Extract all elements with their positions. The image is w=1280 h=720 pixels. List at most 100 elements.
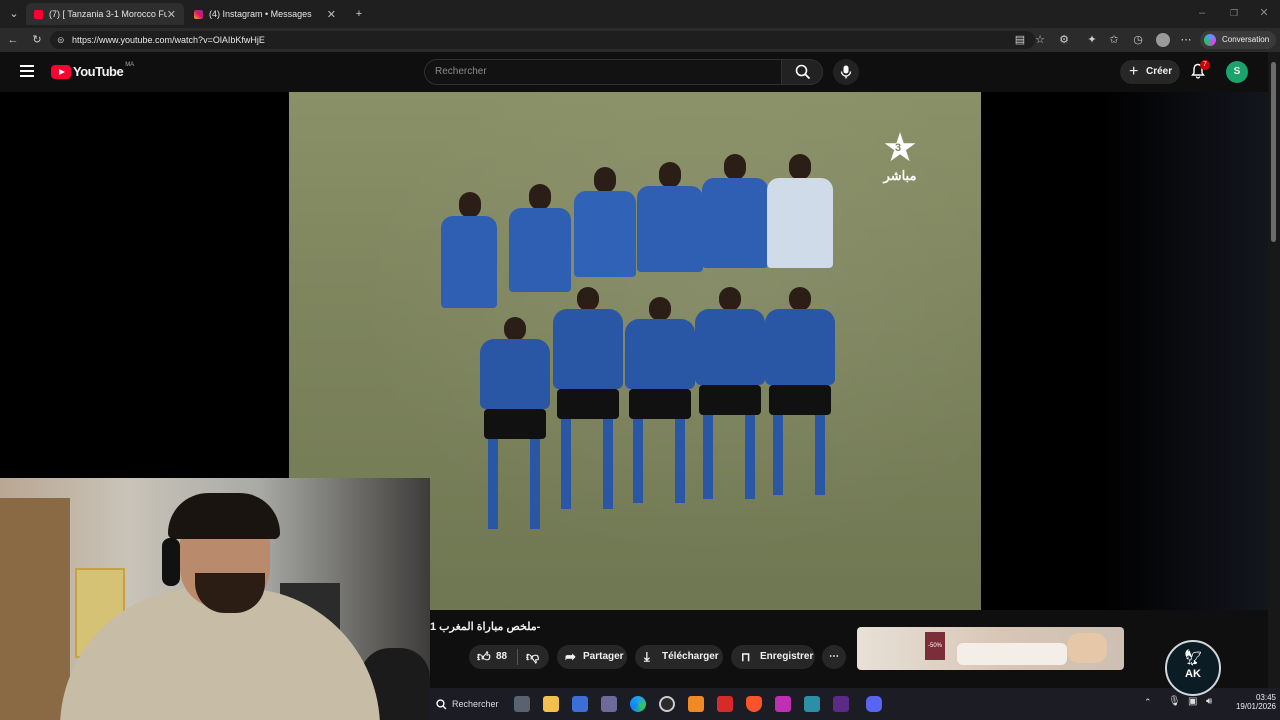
download-label: Télécharger: [662, 651, 719, 662]
notifications-button[interactable]: 7: [1190, 60, 1210, 81]
more-actions-button[interactable]: ⋯: [822, 645, 846, 669]
app-teal-icon[interactable]: [804, 696, 820, 712]
edge-icon[interactable]: [630, 696, 646, 712]
account-avatar[interactable]: S: [1226, 61, 1248, 83]
youtube-header: YouTube MA Rechercher + Créer 7 S: [0, 52, 1280, 92]
next-app-icon[interactable]: [833, 696, 849, 712]
youtube-logo-text: YouTube: [73, 64, 124, 79]
like-dislike-group: 👍︎ 88 👎︎: [469, 645, 549, 669]
like-count: 88: [496, 651, 508, 662]
discord-icon[interactable]: [866, 696, 882, 712]
region-code: MA: [125, 61, 135, 68]
streamer-logo-text: AK: [1185, 668, 1201, 680]
video-right-gradient: [1100, 92, 1268, 610]
tab-list-icon[interactable]: ⌄: [8, 8, 20, 20]
youtube-logo[interactable]: YouTube MA: [51, 61, 135, 79]
share-label: Partager: [583, 651, 624, 662]
page-scrollbar[interactable]: [1268, 52, 1280, 688]
save-button[interactable]: ⊓ Enregistrer: [731, 645, 815, 669]
channel-watermark-text: مباشر: [883, 168, 917, 183]
webcam-overlay: [0, 478, 430, 720]
tab-instagram[interactable]: (4) Instagram • Messages ✕: [186, 3, 344, 25]
instagram-favicon-icon: [194, 9, 203, 19]
store-icon[interactable]: [572, 696, 588, 712]
youtube-favicon-icon: [34, 9, 43, 19]
office-icon[interactable]: [717, 696, 733, 712]
search-icon: [795, 64, 811, 80]
menu-icon[interactable]: [20, 65, 34, 77]
address-bar-row: ← ↻ ⊜ https://www.youtube.com/watch?v=Ol…: [0, 28, 1280, 52]
task-view-icon[interactable]: [514, 696, 530, 712]
channel-watermark: ★ 3 مباشر: [875, 128, 925, 198]
youtube-play-logo-icon: [51, 64, 71, 79]
maximize-icon[interactable]: ❐: [1228, 7, 1240, 19]
url-field[interactable]: ⊜ https://www.youtube.com/watch?v=OlAIbK…: [50, 31, 1035, 49]
channel-number: 3: [895, 142, 902, 154]
share-icon: ➦: [565, 649, 576, 664]
ad-discount-badge: -50%: [925, 632, 945, 660]
dislike-button[interactable]: 👎︎: [526, 645, 539, 669]
share-button[interactable]: ➦ Partager: [557, 645, 627, 669]
brave-beta-icon[interactable]: [775, 696, 791, 712]
brave-icon[interactable]: [746, 696, 762, 712]
file-explorer-icon[interactable]: [543, 696, 559, 712]
extensions-icon[interactable]: ⚙: [1058, 34, 1070, 46]
notification-badge: 7: [1200, 60, 1210, 70]
search-input[interactable]: Rechercher: [424, 59, 782, 85]
divider: [517, 649, 518, 665]
microphone-icon: [840, 65, 852, 79]
clock-date: 19/01/2026: [1235, 702, 1276, 711]
github-icon[interactable]: [659, 696, 675, 712]
history-icon[interactable]: ◷: [1132, 34, 1144, 46]
clock[interactable]: 03:45 19/01/2026: [1222, 693, 1276, 711]
tray-overflow-icon[interactable]: ⌃: [1144, 697, 1152, 708]
scrollbar-thumb[interactable]: [1271, 62, 1276, 242]
taskbar-search[interactable]: Rechercher: [436, 694, 499, 714]
download-icon: ⤓: [644, 649, 650, 664]
ad-bed-image: [957, 643, 1067, 665]
site-info-icon[interactable]: ⊜: [57, 31, 65, 49]
taskbar-search-label: Rechercher: [452, 699, 499, 709]
minimize-icon[interactable]: –: [1196, 7, 1208, 19]
tab-youtube[interactable]: (7) [ Tanzania 3-1 Morocco Full Hi ✕: [26, 3, 184, 25]
more-menu-icon[interactable]: ⋯: [1180, 34, 1192, 46]
streamer-logo: 🦅︎ AK: [1165, 640, 1221, 696]
favorite-icon[interactable]: ☆: [1034, 34, 1046, 46]
create-label: Créer: [1146, 66, 1173, 77]
profile-avatar[interactable]: [1156, 33, 1170, 47]
like-button[interactable]: 👍︎: [477, 645, 491, 669]
video-details: [430, 610, 1268, 690]
browser-tab-bar: ⌄ (7) [ Tanzania 3-1 Morocco Full Hi ✕ (…: [0, 0, 1280, 28]
download-button[interactable]: ⤓ Télécharger: [635, 645, 723, 669]
shelf-image: [0, 498, 70, 720]
tray-network-icon[interactable]: ▣: [1188, 696, 1197, 707]
search-button[interactable]: [781, 59, 823, 85]
close-icon[interactable]: ✕: [167, 8, 176, 21]
voice-search-button[interactable]: [833, 59, 859, 85]
video-title: ملخص مباراة المغرب 1-: [430, 621, 541, 633]
tray-mic-icon[interactable]: 🎙︎: [1168, 696, 1181, 707]
read-mode-icon[interactable]: ▤: [1014, 34, 1026, 46]
extension-icon[interactable]: ✦: [1086, 34, 1098, 46]
ad-banner[interactable]: -50%: [857, 627, 1124, 670]
favorites-bar-icon[interactable]: ✩: [1108, 34, 1120, 46]
create-button[interactable]: + Créer: [1120, 60, 1180, 84]
eagle-icon: 🦅︎: [1182, 650, 1204, 667]
more-horizontal-icon: ⋯: [829, 651, 839, 662]
app-orange-icon[interactable]: [688, 696, 704, 712]
url-text: https://www.youtube.com/watch?v=OlAIbKfw…: [72, 35, 265, 45]
headphones-image: [162, 538, 180, 586]
plus-icon: +: [1129, 63, 1139, 80]
thumbs-up-icon: 👍︎: [477, 649, 491, 664]
copilot-conversation-button[interactable]: Conversation: [1200, 31, 1276, 49]
new-tab-icon[interactable]: +: [353, 8, 365, 20]
save-label: Enregistrer: [760, 651, 814, 662]
window-close-icon[interactable]: ✕: [1258, 7, 1270, 19]
thumbs-down-icon: 👎︎: [526, 649, 540, 664]
app-icon[interactable]: [601, 696, 617, 712]
ad-person-image: [1067, 633, 1107, 663]
back-icon[interactable]: ←: [7, 34, 19, 46]
tray-volume-icon[interactable]: 🔊︎: [1206, 696, 1212, 707]
reload-icon[interactable]: ↻: [31, 34, 43, 46]
close-icon[interactable]: ✕: [327, 8, 336, 21]
